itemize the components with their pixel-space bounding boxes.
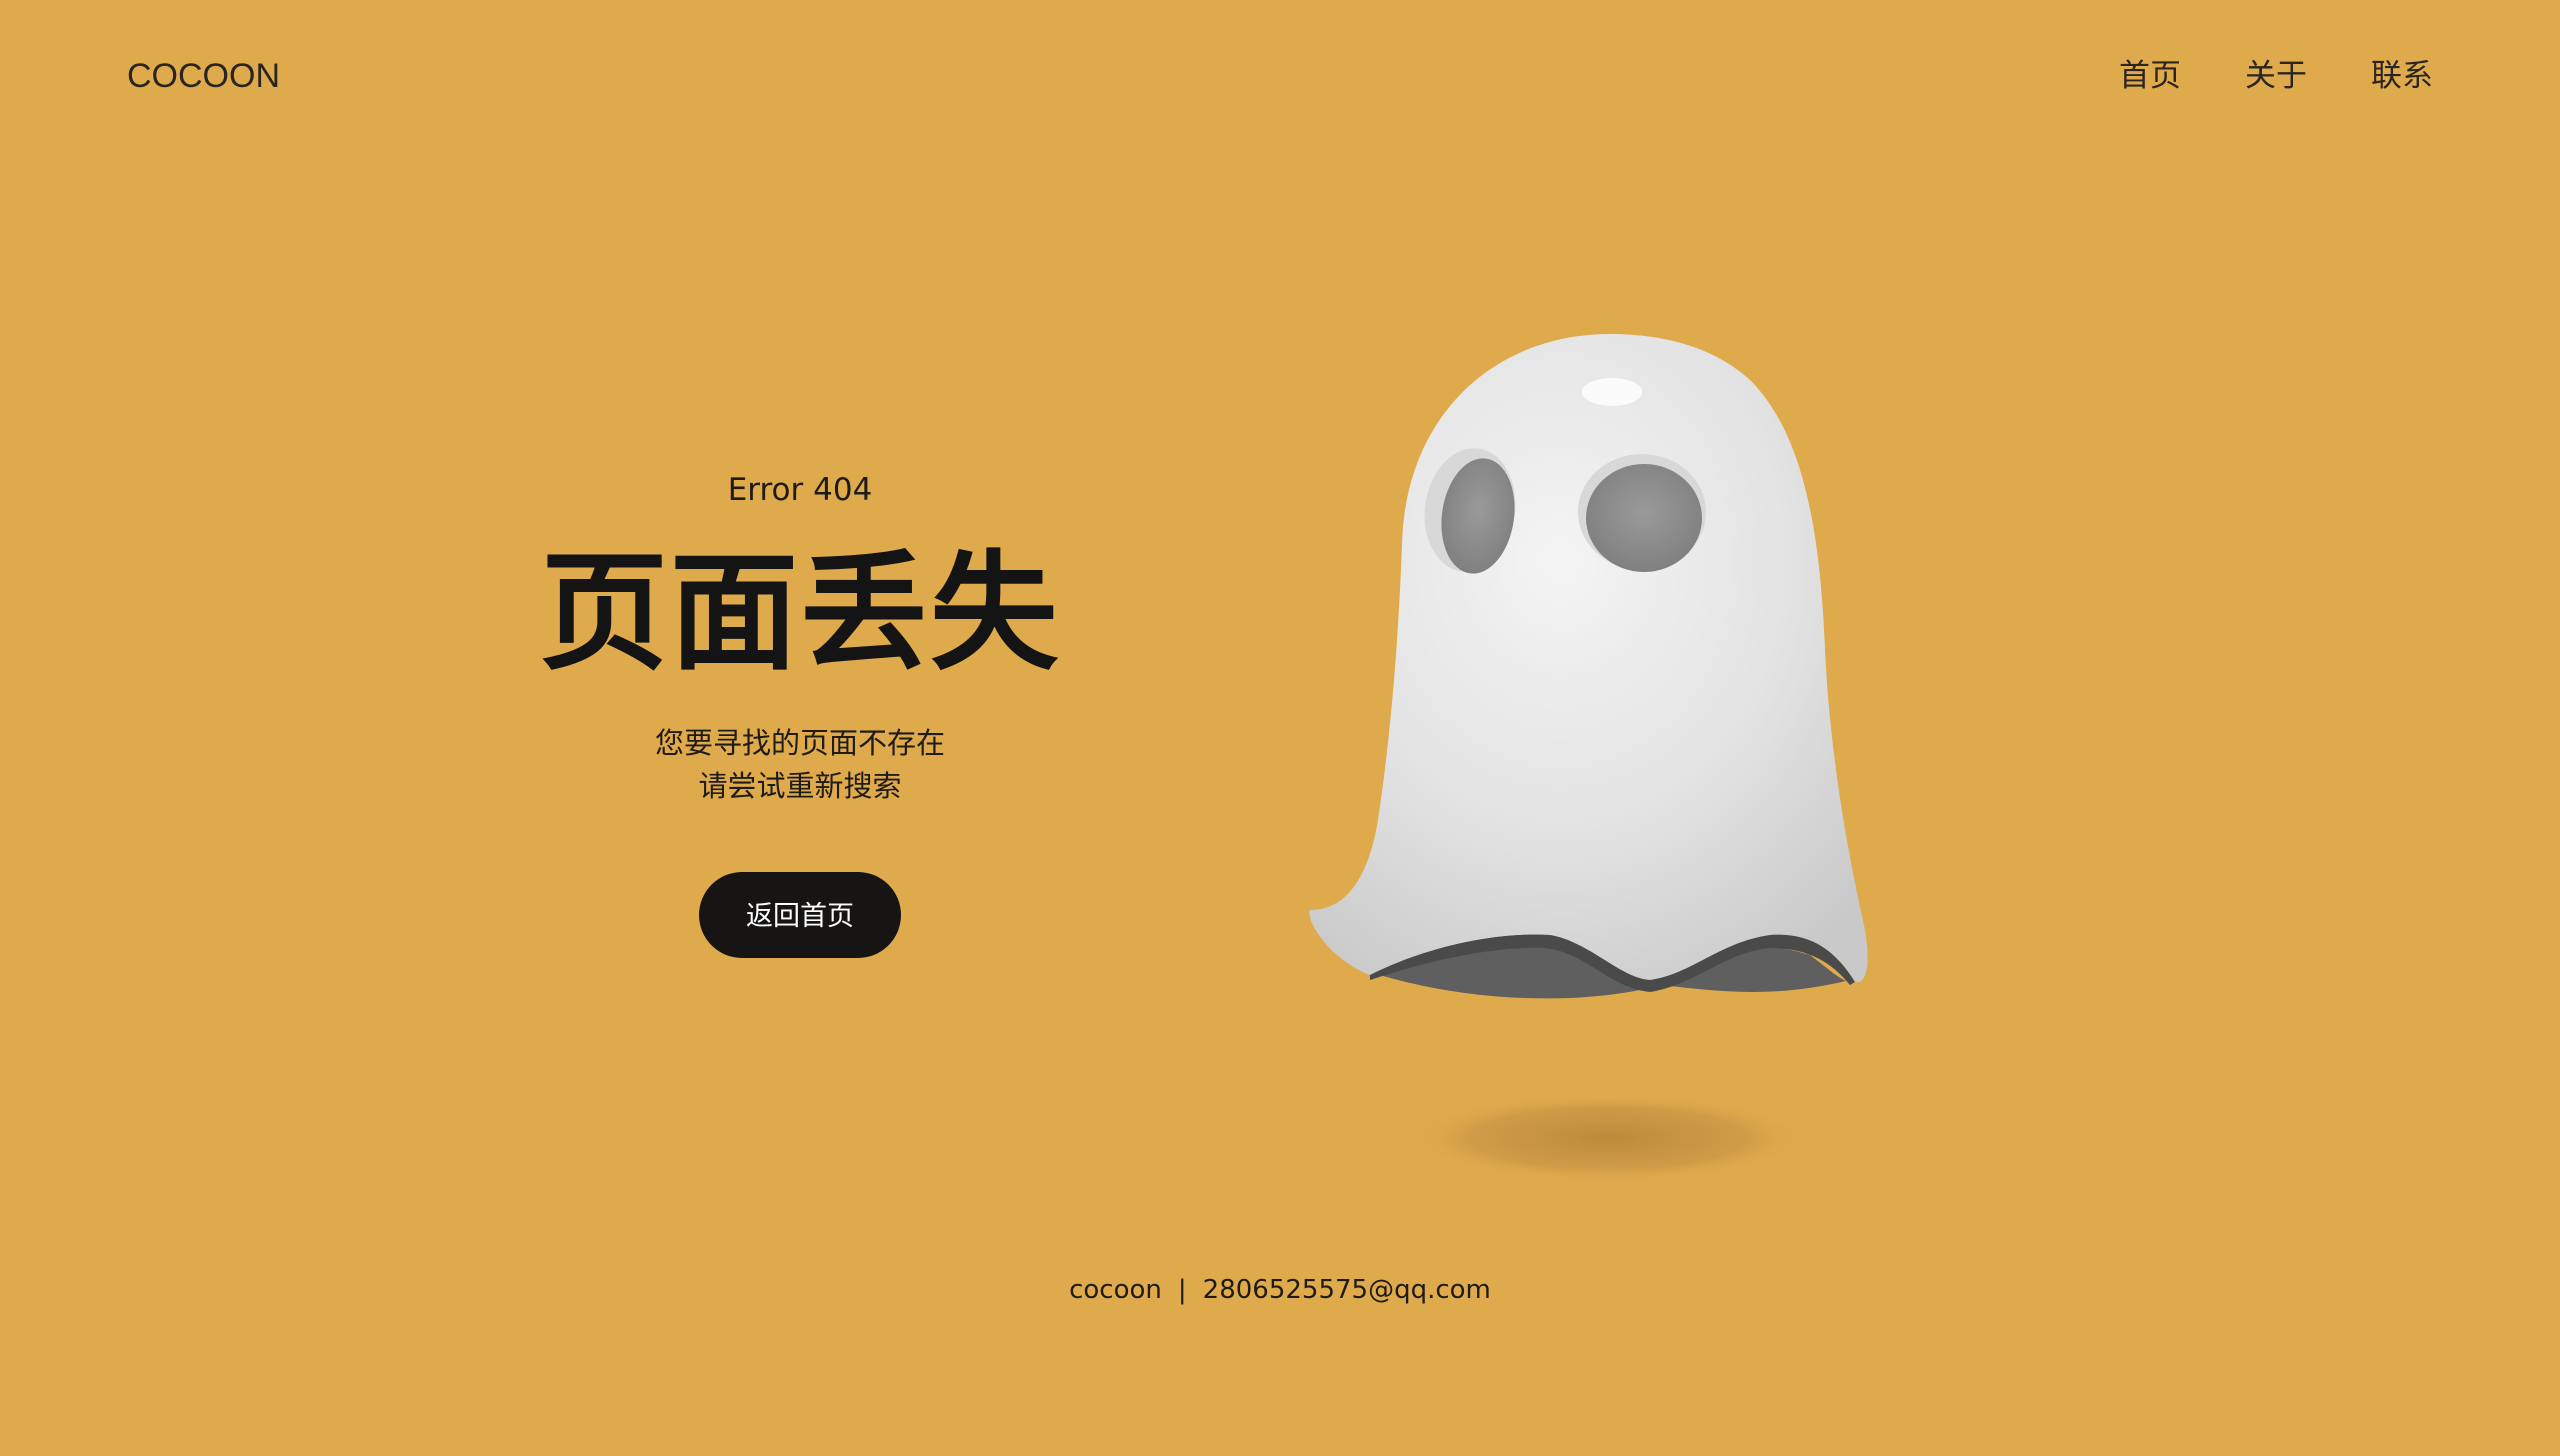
nav-item-contact[interactable]: 联系 xyxy=(2371,56,2433,96)
footer-name: cocoon xyxy=(1069,1275,1162,1305)
page-title: 页面丢失 xyxy=(539,539,1060,688)
ghost-icon xyxy=(1290,320,1930,1200)
error-description: 您要寻找的页面不存在 请尝试重新搜索 xyxy=(500,722,1100,808)
description-line-1: 您要寻找的页面不存在 xyxy=(654,726,945,760)
footer-separator: | xyxy=(1177,1275,1187,1305)
nav-item-home[interactable]: 首页 xyxy=(2119,56,2181,96)
nav-item-about[interactable]: 关于 xyxy=(2245,56,2307,96)
back-home-button[interactable]: 返回首页 xyxy=(699,872,901,958)
top-nav: 首页 关于 联系 xyxy=(2119,56,2433,96)
footer: cocoon | 2806525575@qq.com xyxy=(0,1270,2560,1310)
page: COCOON 首页 关于 联系 Error 404 页面丢失 您要寻找的页面不存… xyxy=(0,0,2560,1456)
description-line-2: 请尝试重新搜索 xyxy=(698,769,902,803)
error-code: Error 404 xyxy=(727,472,873,508)
error-hero: Error 404 页面丢失 您要寻找的页面不存在 请尝试重新搜索 返回首页 xyxy=(500,470,1100,958)
footer-email-link[interactable]: 2806525575@qq.com xyxy=(1203,1275,1491,1305)
logo[interactable]: COCOON xyxy=(127,56,280,96)
